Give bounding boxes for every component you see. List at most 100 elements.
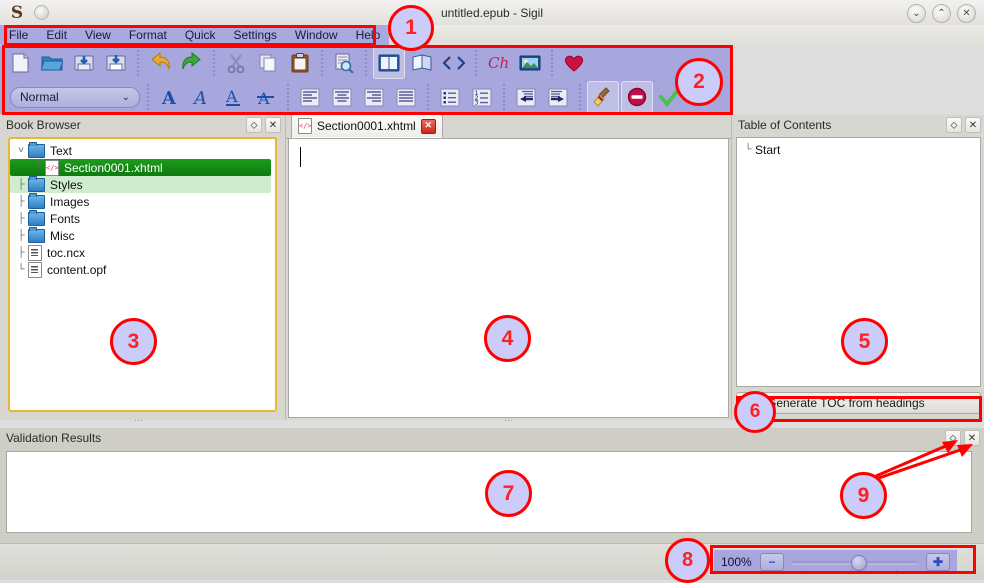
menu-edit[interactable]: Edit: [37, 25, 76, 45]
align-center-button[interactable]: [327, 82, 357, 112]
paste-button[interactable]: [285, 48, 315, 78]
validation-float-icon[interactable]: ⬦: [945, 430, 961, 446]
annotation-circle-8: 8: [665, 538, 710, 583]
insert-image-button[interactable]: [515, 48, 545, 78]
toolbar-separator: [321, 50, 323, 76]
zoom-slider-handle[interactable]: [851, 555, 868, 571]
cut-button[interactable]: [221, 48, 251, 78]
toolbar-separator: [475, 50, 477, 76]
svg-text:3: 3: [475, 99, 479, 106]
annotation-circle-5: 5: [841, 318, 888, 365]
clean-button[interactable]: [587, 81, 619, 113]
annotation-circle-3: 3: [110, 318, 157, 365]
editor-splitter-grip[interactable]: ⋯: [504, 415, 514, 426]
remove-formatting-button[interactable]: [621, 81, 653, 113]
expander-icon[interactable]: ˅: [14, 145, 28, 156]
strikethrough-button[interactable]: A: [251, 82, 281, 112]
book-browser-header-buttons: ⬦ ✕: [246, 117, 281, 133]
split-view-button[interactable]: [407, 48, 437, 78]
minimize-button[interactable]: ⌄: [907, 4, 926, 23]
decrease-indent-button[interactable]: [511, 82, 541, 112]
zoom-slider[interactable]: [791, 554, 919, 574]
book-browser-splitter-grip[interactable]: ⋯: [134, 415, 144, 426]
open-button[interactable]: [37, 48, 67, 78]
tree-item-label: Fonts: [50, 211, 81, 226]
zoom-in-button[interactable]: ✚: [926, 553, 950, 571]
sigil-application-window: S untitled.epub - Sigil ⌄ ⌃ ✕ File Edit …: [0, 0, 984, 583]
tree-item-images[interactable]: ├ Images: [10, 192, 275, 210]
new-file-button[interactable]: [5, 48, 35, 78]
tree-item-section0001[interactable]: └ </> Section0001.xhtml: [10, 159, 271, 176]
undo-button[interactable]: [145, 48, 175, 78]
folder-icon: [28, 226, 45, 243]
code-view-button[interactable]: [439, 48, 469, 78]
tree-item-fonts[interactable]: ├ Fonts: [10, 209, 275, 227]
align-left-button[interactable]: [295, 82, 325, 112]
paragraph-style-select[interactable]: Normal ⌄: [10, 86, 140, 108]
annotation-circle-4: 4: [484, 315, 531, 362]
xhtml-file-icon: </>: [45, 159, 59, 176]
increase-indent-button[interactable]: [543, 82, 573, 112]
menu-help[interactable]: Help: [347, 25, 390, 45]
editor-tab-close-icon[interactable]: ✕: [420, 118, 436, 134]
book-view-button[interactable]: [373, 47, 405, 79]
folder-icon: [28, 175, 45, 192]
book-browser-title: Book Browser: [6, 118, 81, 132]
zoom-slider-ticks: [791, 570, 919, 574]
redo-button[interactable]: [177, 48, 207, 78]
toc-header-buttons: ⬦ ✕: [946, 117, 981, 133]
toolbar-row-file: Ch: [0, 46, 732, 80]
svg-text:A: A: [192, 88, 207, 107]
editor-content-area[interactable]: [288, 138, 729, 418]
toc-item-start[interactable]: └ Start: [737, 141, 980, 158]
menu-view[interactable]: View: [76, 25, 120, 45]
table-of-contents-panel: Table of Contents ⬦ ✕ └ Start Generate T…: [731, 115, 984, 420]
toc-float-icon[interactable]: ⬦: [946, 117, 962, 133]
save-as-button[interactable]: [101, 48, 131, 78]
find-replace-button[interactable]: [329, 48, 359, 78]
book-browser-tree[interactable]: ˅ Text └ </> Section0001.xhtml ├ Styles …: [8, 137, 277, 412]
folder-icon: [28, 192, 45, 209]
toolbar-separator: [287, 84, 289, 110]
svg-text:A: A: [225, 87, 238, 106]
close-button[interactable]: ✕: [957, 4, 976, 23]
status-bar: 100% − ✚: [0, 543, 984, 580]
numbered-list-button[interactable]: 1 2 3: [467, 82, 497, 112]
save-button[interactable]: [69, 48, 99, 78]
generate-toc-label: Generate TOC from headings: [767, 396, 925, 410]
tree-item-content-opf[interactable]: └ content.opf: [10, 261, 275, 278]
underline-button[interactable]: A: [219, 82, 249, 112]
align-right-button[interactable]: [359, 82, 389, 112]
menu-settings[interactable]: Settings: [225, 25, 286, 45]
book-browser-float-icon[interactable]: ⬦: [246, 117, 262, 133]
menu-file[interactable]: File: [0, 25, 37, 45]
tree-item-label: Section0001.xhtml: [64, 160, 163, 175]
toc-header: Table of Contents ⬦ ✕: [732, 115, 984, 135]
tree-item-misc[interactable]: ├ Misc: [10, 226, 275, 244]
editor-tab-section0001[interactable]: </> Section0001.xhtml ✕: [291, 114, 443, 138]
style-select-value: Normal: [20, 90, 59, 104]
menu-format[interactable]: Format: [120, 25, 176, 45]
copy-button[interactable]: [253, 48, 283, 78]
book-browser-panel: Book Browser ⬦ ✕ ˅ Text └ </> Section000…: [0, 115, 286, 425]
bullet-list-button[interactable]: [435, 82, 465, 112]
tree-item-label: Styles: [50, 177, 83, 192]
menu-quick[interactable]: Quick: [176, 25, 225, 45]
insert-special-char-button[interactable]: Ch: [483, 48, 513, 78]
zoom-out-button[interactable]: −: [760, 553, 784, 571]
heart-button[interactable]: [559, 48, 589, 78]
validation-close-icon[interactable]: ✕: [964, 430, 980, 446]
tree-item-text[interactable]: ˅ Text: [10, 141, 275, 159]
maximize-button[interactable]: ⌃: [932, 4, 951, 23]
bold-button[interactable]: A: [155, 82, 185, 112]
toc-close-icon[interactable]: ✕: [965, 117, 981, 133]
italic-button[interactable]: A: [187, 82, 217, 112]
menu-window[interactable]: Window: [286, 25, 347, 45]
toolbar-separator: [147, 84, 149, 110]
tree-item-styles[interactable]: ├ Styles: [10, 175, 271, 193]
align-justify-button[interactable]: [391, 82, 421, 112]
toolbar-separator: [551, 50, 553, 76]
tree-item-toc-ncx[interactable]: ├ toc.ncx: [10, 244, 275, 261]
book-browser-close-icon[interactable]: ✕: [265, 117, 281, 133]
editor-tab-strip: </> Section0001.xhtml ✕: [286, 114, 731, 139]
